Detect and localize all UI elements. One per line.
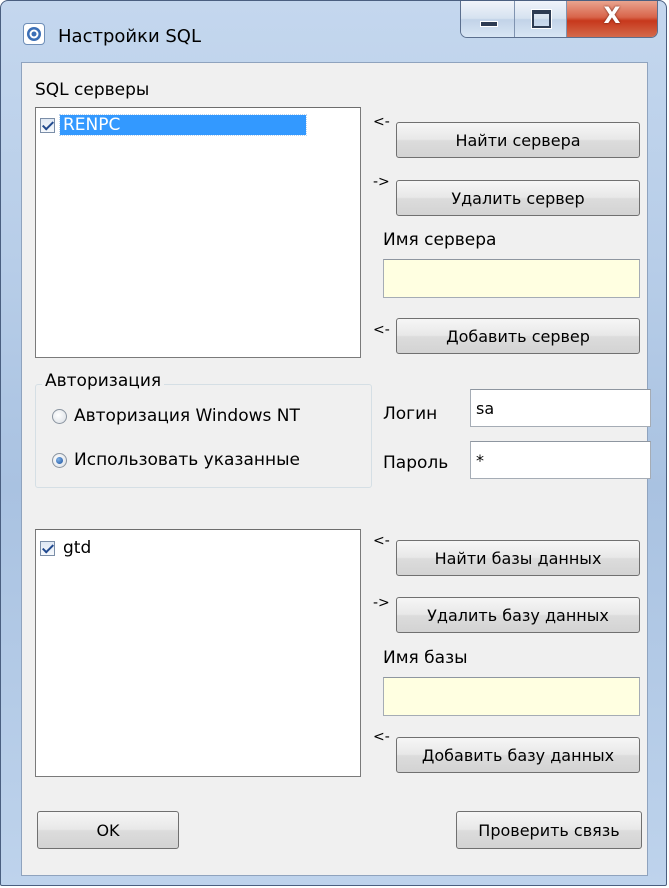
server-list-item[interactable]: RENPC [40,113,307,137]
auth-group-title: Авторизация [42,371,165,391]
find-servers-arrow: <- [373,114,390,130]
title-bar[interactable]: Настройки SQL X [1,1,666,61]
login-label: Логин [383,404,438,424]
close-icon: X [603,4,621,29]
close-button[interactable]: X [567,1,657,37]
servers-listbox[interactable]: RENPC [35,107,361,358]
database-name-field[interactable] [383,677,640,716]
dialog-body: SQL серверы RENPC <- Найти сервера -> Уд… [21,62,651,876]
auth-windows-option[interactable]: Авторизация Windows NT [52,406,300,426]
database-name: gtd [63,538,92,558]
delete-database-arrow: -> [373,595,390,611]
add-database-button[interactable]: Добавить базу данных [396,737,640,773]
ok-button[interactable]: OK [37,811,179,849]
find-servers-button[interactable]: Найти сервера [396,122,640,158]
server-name-field[interactable] [383,259,640,298]
minimize-button[interactable] [461,1,515,37]
delete-server-arrow: -> [373,174,390,190]
add-server-button[interactable]: Добавить сервер [396,318,640,354]
delete-server-button[interactable]: Удалить сервер [396,180,640,216]
auth-windows-label: Авторизация Windows NT [74,406,300,426]
server-checkbox[interactable] [40,117,55,133]
database-list-item[interactable]: gtd [40,536,94,560]
find-databases-arrow: <- [373,533,390,549]
password-field[interactable] [470,441,651,479]
maximize-button[interactable] [515,1,567,37]
auth-custom-option[interactable]: Использовать указанные [52,450,300,470]
minimize-icon [480,21,498,27]
database-name-label: Имя базы [383,648,468,668]
databases-listbox[interactable]: gtd [35,529,361,777]
auth-custom-radio[interactable] [52,452,67,468]
login-field[interactable] [470,389,651,427]
maximize-icon [532,10,551,28]
window-title: Настройки SQL [58,26,201,47]
settings-window: Настройки SQL X SQL серверы RENPC <- Най… [0,0,667,886]
window-controls: X [460,1,658,38]
auth-custom-label: Использовать указанные [74,450,300,470]
servers-label: SQL серверы [35,80,150,100]
add-server-arrow: <- [373,322,390,338]
database-checkbox[interactable] [40,540,55,556]
server-name: RENPC [59,114,307,136]
add-database-arrow: <- [373,729,390,745]
server-name-label: Имя сервера [383,230,497,250]
test-connection-button[interactable]: Проверить связь [456,811,642,849]
auth-windows-radio[interactable] [52,408,67,424]
find-databases-button[interactable]: Найти базы данных [396,540,640,576]
password-label: Пароль [383,453,449,473]
gear-database-icon [23,23,45,45]
auth-groupbox [35,384,372,488]
delete-database-button[interactable]: Удалить базу данных [396,597,640,633]
